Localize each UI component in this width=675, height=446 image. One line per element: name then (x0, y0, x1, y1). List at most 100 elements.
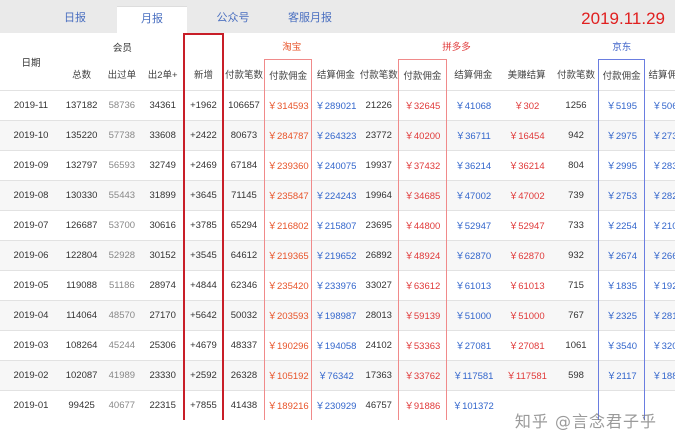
table-cell: ￥2821 (644, 179, 675, 210)
table-cell: 25306 (142, 329, 184, 360)
group-pdd: 拼多多 (442, 42, 471, 54)
table-cell: 126687 (61, 209, 102, 240)
table-cell: 2019-09 (0, 149, 62, 180)
table-row: 2019-05 119088 51186 28974 +4844 62346 ￥235420… (0, 269, 675, 300)
table-row: 2019-03 108264 45244 25306 +4679 48337 ￥190296… (0, 329, 675, 360)
table-cell: 58736 (101, 89, 143, 120)
table-cell: +2592 (182, 359, 225, 390)
table-cell: ￥62870 (446, 239, 500, 270)
table-cell: ￥215807 (311, 209, 360, 240)
table-cell: 27170 (142, 299, 184, 330)
table-cell: 48337 (223, 329, 265, 360)
table-cell: ￥189216 (263, 389, 313, 420)
table-cell: 2019-06 (0, 239, 62, 270)
table-cell: ￥1889 (644, 359, 675, 390)
table-cell: ￥233976 (311, 269, 360, 300)
tab-service-monthly[interactable]: 客服月报 (275, 6, 345, 33)
table-cell: 26892 (359, 239, 399, 270)
table-row: 2019-06 122804 52928 30152 +3545 64612 ￥219365… (0, 239, 675, 270)
table-cell: 48570 (101, 299, 143, 330)
table-cell: 46757 (359, 389, 399, 420)
table-cell: ￥59139 (398, 299, 447, 330)
table-cell: ￥16454 (499, 119, 554, 150)
table-cell: 28974 (142, 269, 184, 300)
table-row: 2019-09 132797 56593 32749 +2469 67184 ￥239360… (0, 149, 675, 180)
table-cell: ￥61013 (446, 269, 500, 300)
table-cell: ￥34685 (398, 179, 447, 210)
table-cell: 106657 (223, 89, 265, 120)
table-cell: ￥239360 (263, 149, 313, 180)
table-row: 2019-04 114064 48570 27170 +5642 50032 ￥203593… (0, 299, 675, 330)
table-cell: 55443 (101, 179, 143, 210)
table-cell: ￥2104 (644, 209, 675, 240)
table-cell: ￥302 (499, 89, 554, 120)
table-cell: ￥230929 (311, 389, 360, 420)
table-cell: ￥5195 (598, 89, 645, 120)
table-cell: 71145 (223, 179, 265, 210)
table-cell: ￥2817 (644, 299, 675, 330)
table-cell: ￥2832 (644, 149, 675, 180)
table-cell: 1061 (553, 329, 599, 360)
table-cell: 2019-04 (0, 299, 62, 330)
table-row: 2019-11 137182 58736 34361 +1962 106657 ￥31459… (0, 89, 675, 120)
table-cell: +2422 (182, 119, 225, 150)
table-cell: 804 (553, 149, 599, 180)
table-cell: ￥76342 (311, 359, 360, 390)
table-cell: 2019-02 (0, 359, 62, 390)
table-row: 2019-10 135220 57738 33608 +2422 80673 ￥284787… (0, 119, 675, 150)
table-cell: 2019-10 (0, 119, 62, 150)
table-cell: 53700 (101, 209, 143, 240)
col-jd-paid-commission: 付款佣金 (598, 58, 645, 90)
table-cell: ￥91886 (398, 389, 447, 420)
table-cell: 122804 (61, 239, 102, 270)
table-cell: +7855 (182, 389, 225, 420)
table-cell: 52928 (101, 239, 143, 270)
table-cell: 19937 (359, 149, 399, 180)
col-date: 日期 (21, 57, 41, 69)
table-cell: 130330 (61, 179, 102, 210)
table-cell: 67184 (223, 149, 265, 180)
table-cell: 2019-08 (0, 179, 62, 210)
table-cell: 24102 (359, 329, 399, 360)
tab-official-account[interactable]: 公众号 (198, 6, 268, 33)
group-jd: 京东 (612, 42, 632, 54)
table-cell: ￥3201 (644, 329, 675, 360)
table-cell: 942 (553, 119, 599, 150)
table-cell: +3785 (182, 209, 225, 240)
tab-bar: 日报 月报 公众号 客服月报 2019.11.29 (0, 0, 675, 35)
table-cell: ￥117581 (446, 359, 500, 390)
table-cell: ￥63612 (398, 269, 447, 300)
table-cell: 62346 (223, 269, 265, 300)
tab-monthly[interactable]: 月报 (117, 6, 187, 35)
table-cell: ￥101372 (446, 389, 500, 420)
table-cell: +1962 (182, 89, 225, 120)
table-cell: 2019-03 (0, 329, 62, 360)
table-cell: 50032 (223, 299, 265, 330)
table-cell: 33608 (142, 119, 184, 150)
table-cell: +3645 (182, 179, 225, 210)
table-cell: ￥105192 (263, 359, 313, 390)
table-row: 2019-08 130330 55443 31899 +3645 71145 ￥235847… (0, 179, 675, 210)
col-total: 总数 (72, 70, 92, 82)
col-jd-settle-commission: 结算佣金 (648, 70, 675, 82)
tab-daily[interactable]: 日报 (40, 6, 110, 33)
table-cell: ￥2735 (644, 119, 675, 150)
table-cell: 21226 (359, 89, 399, 120)
table-cell: ￥198987 (311, 299, 360, 330)
table-cell: ￥47002 (446, 179, 500, 210)
table-cell: ￥52947 (499, 209, 554, 240)
table-cell: 1256 (553, 89, 599, 120)
table-cell: +4844 (182, 269, 225, 300)
table-cell: +2469 (182, 149, 225, 180)
table-cell: ￥235847 (263, 179, 313, 210)
table-cell: ￥240075 (311, 149, 360, 180)
table-cell: 80673 (223, 119, 265, 150)
table-cell: ￥224243 (311, 179, 360, 210)
table-cell: 598 (553, 359, 599, 390)
table-cell: 23772 (359, 119, 399, 150)
table-cell: ￥2753 (598, 179, 645, 210)
table-cell: ￥1835 (598, 269, 645, 300)
table-cell: 119088 (61, 269, 102, 300)
table-cell: 23330 (142, 359, 184, 390)
table-cell: ￥203593 (263, 299, 313, 330)
